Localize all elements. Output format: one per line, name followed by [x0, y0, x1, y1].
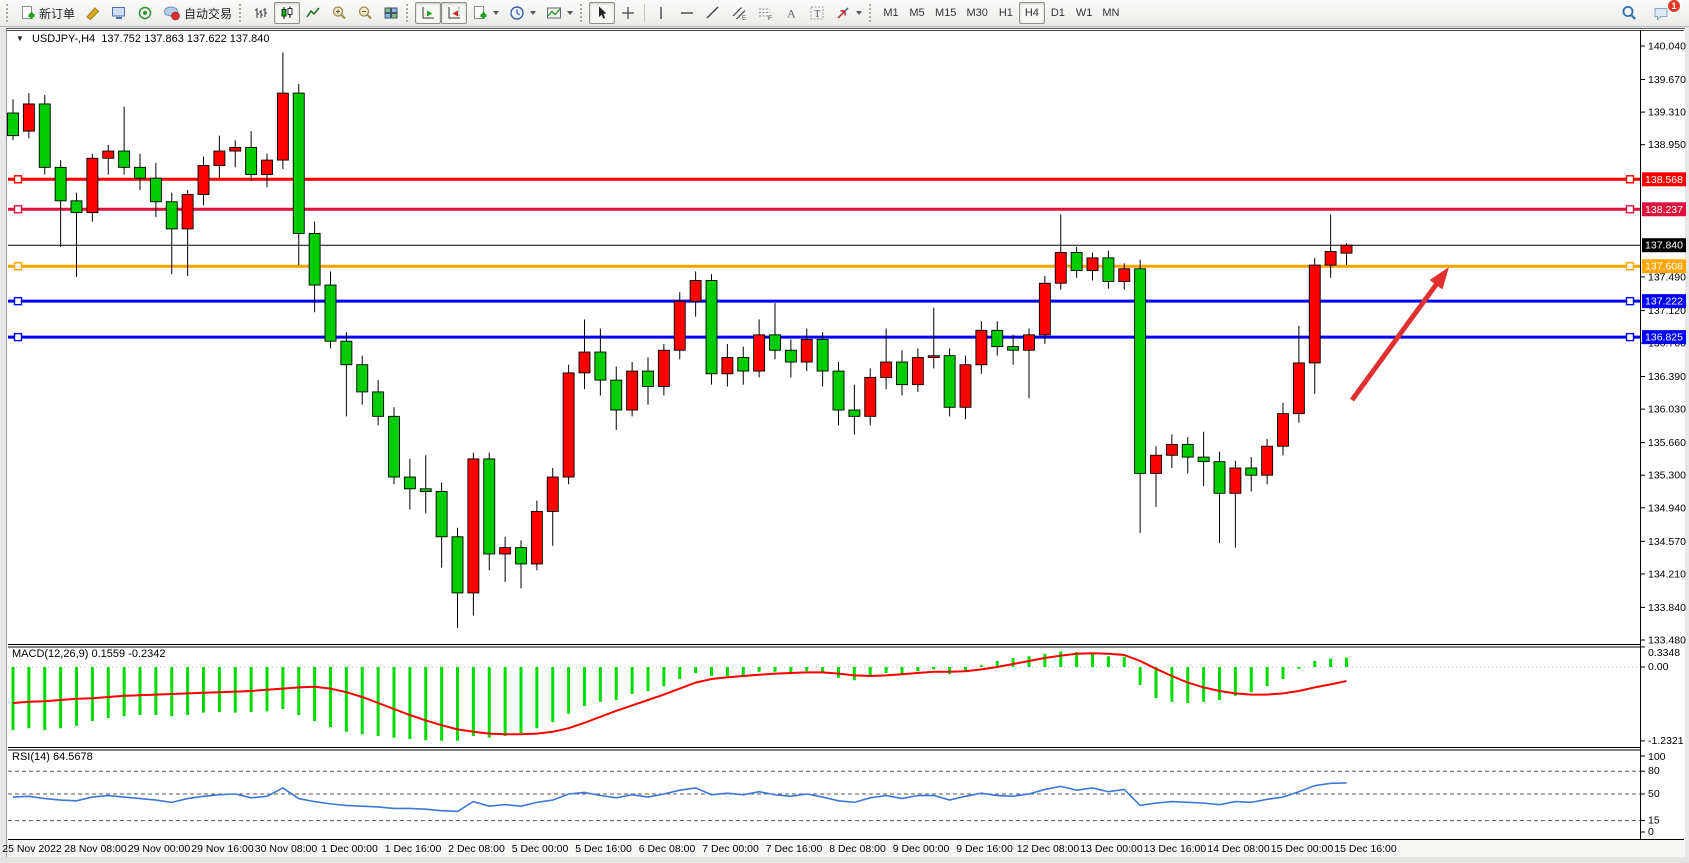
date-label: 13 Dec 16:00 — [1144, 843, 1206, 855]
svg-text:136.030: 136.030 — [1648, 404, 1686, 416]
svg-text:137.608: 137.608 — [1645, 261, 1683, 273]
svg-text:139.670: 139.670 — [1648, 74, 1686, 86]
collapse-triangle-icon[interactable]: ▼ — [16, 34, 24, 43]
date-label: 13 Dec 00:00 — [1080, 843, 1142, 855]
svg-text:138.568: 138.568 — [1645, 174, 1683, 186]
rsi-indicator-label: RSI(14) 64.5678 — [12, 751, 93, 763]
chart-canvas[interactable]: 140.040139.670139.310138.950137.490137.1… — [0, 0, 1689, 863]
svg-text:134.940: 134.940 — [1648, 502, 1686, 514]
svg-text:0: 0 — [1648, 826, 1654, 838]
svg-text:80: 80 — [1648, 765, 1660, 777]
date-label: 7 Dec 00:00 — [702, 843, 759, 855]
date-label: 9 Dec 00:00 — [893, 843, 950, 855]
svg-text:133.480: 133.480 — [1648, 635, 1686, 647]
svg-text:50: 50 — [1648, 788, 1660, 800]
svg-text:136.390: 136.390 — [1648, 371, 1686, 383]
svg-text:138.237: 138.237 — [1645, 204, 1683, 216]
svg-text:137.840: 137.840 — [1645, 240, 1683, 252]
date-label: 5 Dec 00:00 — [512, 843, 569, 855]
date-label: 1 Dec 16:00 — [385, 843, 442, 855]
date-label: 30 Nov 08:00 — [255, 843, 317, 855]
svg-text:0.3348: 0.3348 — [1648, 647, 1680, 659]
panel-frames — [6, 30, 1684, 857]
date-label: 14 Dec 08:00 — [1207, 843, 1269, 855]
chart-title: ▼ USDJPY-,H4 137.752 137.863 137.622 137… — [16, 33, 270, 45]
chart-ohlc-values: 137.752 137.863 137.622 137.840 — [101, 33, 269, 45]
date-label: 9 Dec 16:00 — [956, 843, 1013, 855]
date-label: 28 Nov 08:00 — [64, 843, 126, 855]
svg-text:0.00: 0.00 — [1648, 661, 1669, 673]
price-axis[interactable]: 140.040139.670139.310138.950137.490137.1… — [1640, 41, 1686, 839]
svg-text:139.310: 139.310 — [1648, 107, 1686, 119]
date-label: 12 Dec 08:00 — [1017, 843, 1079, 855]
hline-objects[interactable] — [8, 176, 1640, 341]
svg-text:138.950: 138.950 — [1648, 139, 1686, 151]
candles-group — [8, 52, 1353, 628]
date-label: 5 Dec 16:00 — [575, 843, 632, 855]
date-label: 15 Dec 00:00 — [1271, 843, 1333, 855]
svg-text:133.840: 133.840 — [1648, 602, 1686, 614]
svg-text:134.210: 134.210 — [1648, 568, 1686, 580]
svg-text:15: 15 — [1648, 815, 1660, 827]
app-window: 新订单 自动交易 — [0, 0, 1689, 863]
svg-text:134.570: 134.570 — [1648, 536, 1686, 548]
svg-text:137.222: 137.222 — [1645, 296, 1683, 308]
date-label: 8 Dec 08:00 — [829, 843, 886, 855]
trend-arrow-annotation[interactable] — [1352, 267, 1449, 400]
svg-text:140.040: 140.040 — [1648, 41, 1686, 53]
macd-pane[interactable] — [8, 651, 1640, 740]
svg-text:-1.2321: -1.2321 — [1648, 735, 1684, 747]
rsi-pane[interactable] — [8, 771, 1640, 820]
date-label: 2 Dec 08:00 — [448, 843, 505, 855]
svg-text:135.300: 135.300 — [1648, 470, 1686, 482]
svg-text:135.660: 135.660 — [1648, 437, 1686, 449]
macd-indicator-label: MACD(12,26,9) 0.1559 -0.2342 — [12, 648, 165, 660]
date-label: 6 Dec 08:00 — [639, 843, 696, 855]
date-label: 1 Dec 00:00 — [321, 843, 378, 855]
svg-text:100: 100 — [1648, 751, 1666, 763]
date-label: 29 Nov 16:00 — [191, 843, 253, 855]
chart-symbol-period: USDJPY-,H4 — [32, 33, 95, 45]
svg-text:136.825: 136.825 — [1645, 332, 1683, 344]
date-label: 25 Nov 2022 — [2, 843, 62, 855]
date-label: 29 Nov 00:00 — [128, 843, 190, 855]
date-label: 15 Dec 16:00 — [1334, 843, 1396, 855]
date-label: 7 Dec 16:00 — [766, 843, 823, 855]
